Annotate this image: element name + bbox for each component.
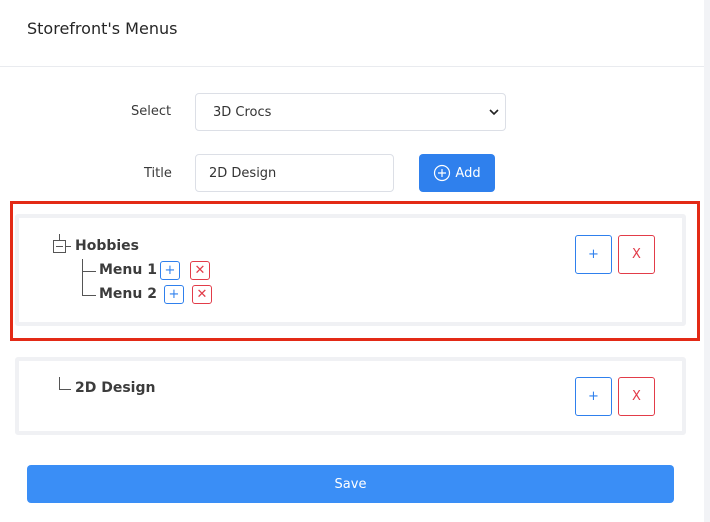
menu-label-menu-2: Menu 2 [99,286,157,302]
collapse-toggle-icon[interactable] [53,240,66,253]
tree-connector [82,295,96,296]
tree-connector [82,259,83,296]
chevron-down-icon [489,109,499,116]
select-label: Select [131,104,172,119]
tree-connector [82,271,96,272]
tree-connector [59,389,71,390]
plus-circle-icon [434,164,451,182]
page-title: Storefront's Menus [27,19,178,38]
menu-label-menu-1: Menu 1 [99,262,157,278]
select-value: 3D Crocs [213,105,272,120]
delete-menu-button[interactable]: ✕ [190,261,210,280]
menu-label-hobbies: Hobbies [75,238,140,254]
add-button-label: Add [455,165,481,181]
add-submenu-button[interactable]: + [164,285,184,304]
scrollbar-track[interactable] [704,0,710,522]
delete-menu-button[interactable]: X [618,377,655,416]
delete-menu-button[interactable]: X [618,235,655,274]
delete-menu-button[interactable]: ✕ [192,285,212,304]
add-submenu-button[interactable]: + [575,235,612,274]
tree-connector [66,246,71,247]
storefront-select[interactable]: 3D Crocs [195,93,506,131]
add-button[interactable]: Add [419,154,495,192]
add-submenu-button[interactable]: + [160,261,180,280]
title-label: Title [144,166,172,181]
title-input[interactable] [195,154,394,192]
add-submenu-button[interactable]: + [575,377,612,416]
menu-label-2d-design: 2D Design [75,380,156,396]
save-button[interactable]: Save [27,465,674,503]
page-header: Storefront's Menus [0,0,704,67]
